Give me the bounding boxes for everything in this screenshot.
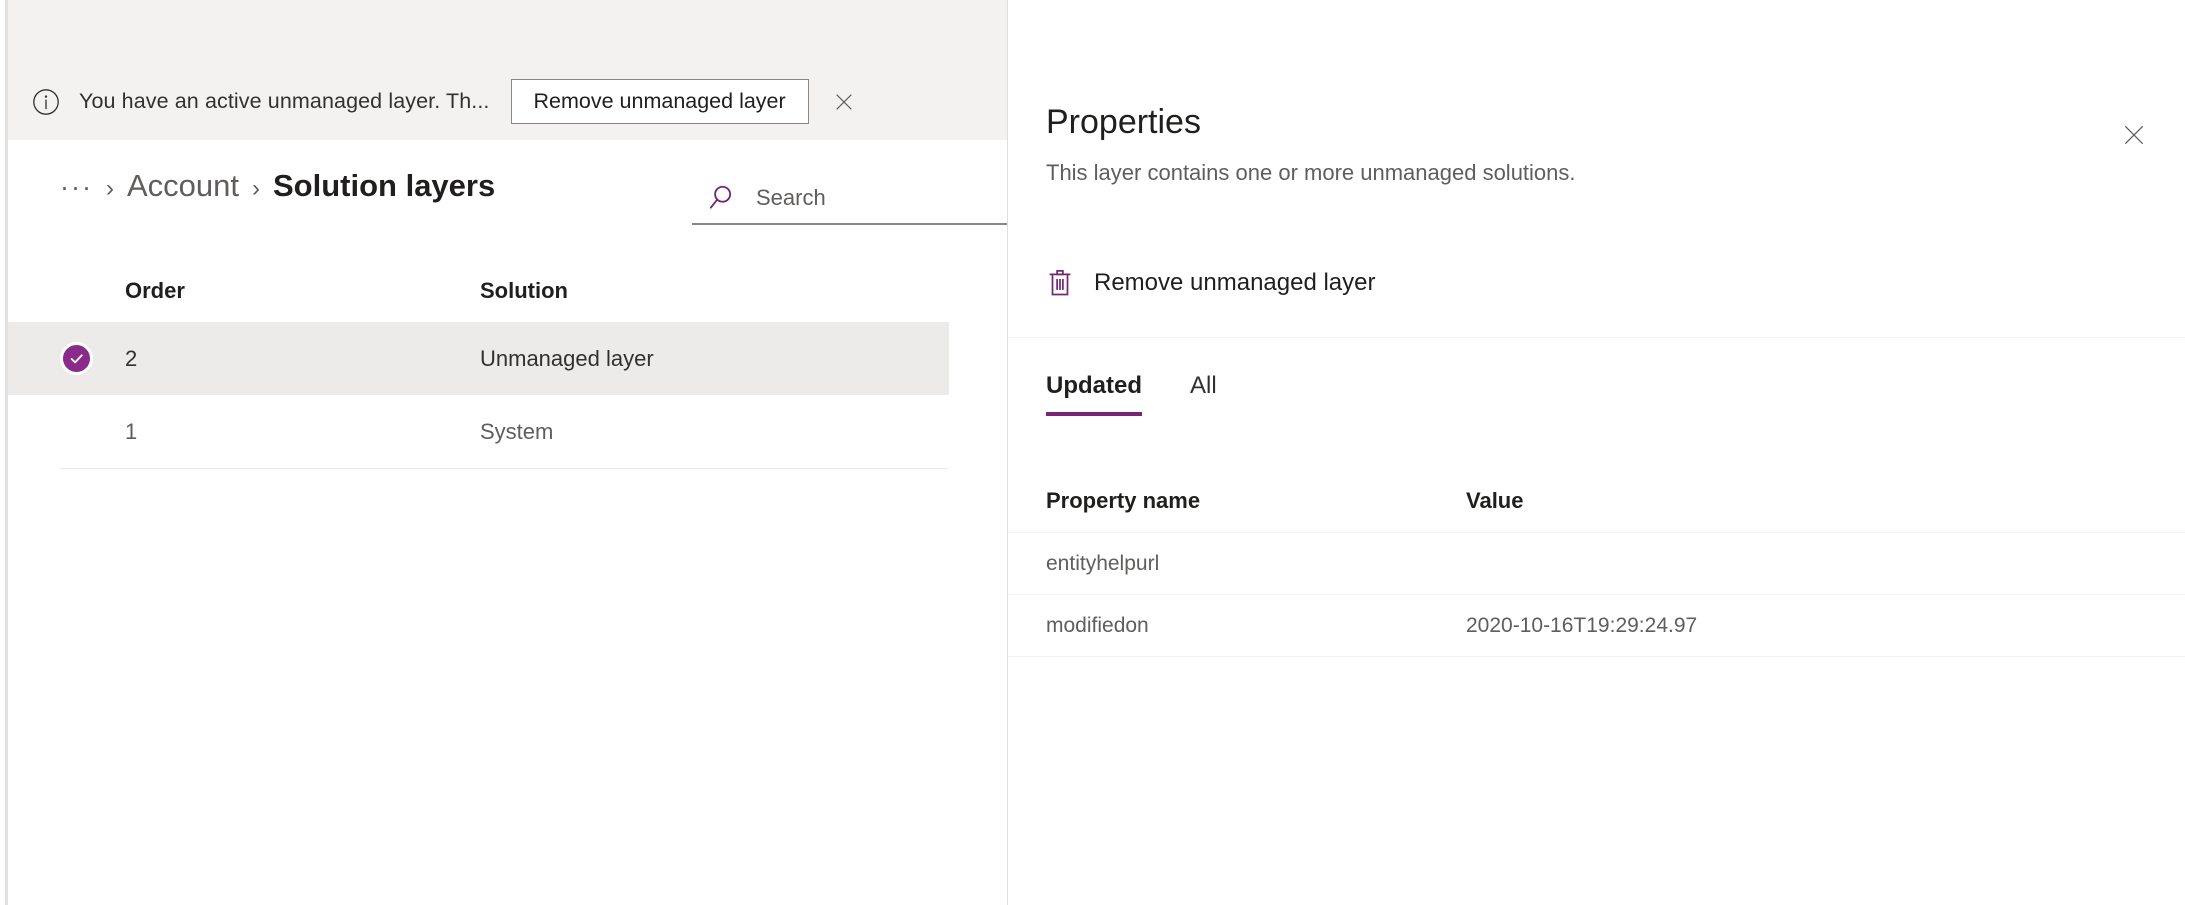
breadcrumb-overflow-button[interactable]: ···: [60, 174, 93, 201]
command-row: ··· › Account › Solution layers: [8, 140, 1044, 260]
panel-subtitle: This layer contains one or more unmanage…: [1046, 160, 1576, 185]
message-bar-text: You have an active unmanaged layer. Th..…: [79, 89, 490, 113]
breadcrumb-item-account[interactable]: Account: [127, 170, 239, 201]
row-cell-solution: Unmanaged layer: [480, 345, 654, 371]
panel-tabs: Updated All: [1046, 372, 1265, 416]
message-bar: You have an active unmanaged layer. Th..…: [8, 63, 1007, 140]
table-header-row: Order Solution: [8, 260, 1007, 322]
message-bar-close-icon[interactable]: [827, 85, 861, 119]
search-box[interactable]: [692, 172, 1044, 225]
remove-unmanaged-layer-button[interactable]: Remove unmanaged layer: [510, 79, 809, 124]
info-icon: [31, 87, 61, 117]
breadcrumb-chevron-icon-2: ›: [252, 175, 260, 202]
property-table-row[interactable]: entityhelpurl: [1008, 533, 2185, 595]
search-icon: [706, 183, 736, 213]
row-cell-solution: System: [480, 418, 554, 444]
property-table-row[interactable]: modifiedon 2020-10-16T19:29:24.97: [1008, 595, 2185, 657]
solution-layers-list-region: You have an active unmanaged layer. Th..…: [8, 0, 1044, 905]
breadcrumb: ··· › Account › Solution layers: [60, 170, 495, 201]
panel-command-label: Remove unmanaged layer: [1094, 269, 1376, 296]
row-selection-check[interactable]: [60, 342, 125, 375]
search-input[interactable]: [756, 184, 1044, 211]
header-cell-value: Value: [1466, 488, 1524, 513]
header-cell-property-name: Property name: [1046, 488, 1201, 513]
property-table: Property name Value entityhelpurl modifi…: [1008, 470, 2185, 657]
properties-panel: Properties This layer contains one or mo…: [1007, 0, 2185, 905]
panel-remove-unmanaged-layer-button[interactable]: Remove unmanaged layer: [1046, 268, 1376, 298]
trash-icon: [1046, 268, 1074, 298]
tab-updated[interactable]: Updated: [1046, 372, 1142, 416]
panel-divider: [1008, 337, 2185, 338]
table-bottom-divider: [60, 468, 949, 469]
property-name: entityhelpurl: [1046, 551, 1160, 575]
row-cell-order: 2: [125, 345, 138, 371]
property-value: 2020-10-16T19:29:24.97: [1466, 613, 1698, 637]
row-cell-order: 1: [125, 418, 138, 444]
property-table-header-row: Property name Value: [1008, 470, 2185, 533]
header-cell-order: Order: [125, 278, 185, 303]
tab-all[interactable]: All: [1190, 372, 1217, 416]
table-row[interactable]: 2 Unmanaged layer: [8, 322, 949, 395]
property-name: modifiedon: [1046, 613, 1149, 637]
solution-layers-screen: You have an active unmanaged layer. Th..…: [0, 0, 2185, 905]
header-cell-solution: Solution: [480, 278, 568, 303]
breadcrumb-chevron-icon-1: ›: [105, 175, 114, 202]
panel-title: Properties: [1046, 103, 1201, 141]
check-icon: [60, 342, 93, 375]
page-title: Solution layers: [273, 168, 496, 203]
table-row[interactable]: 1 System: [8, 395, 1007, 468]
top-chrome-strip: [8, 0, 1007, 63]
solution-layers-table: Order Solution 2 Unmanaged layer 1 Syste: [8, 260, 1007, 469]
panel-close-icon[interactable]: [2115, 116, 2153, 154]
